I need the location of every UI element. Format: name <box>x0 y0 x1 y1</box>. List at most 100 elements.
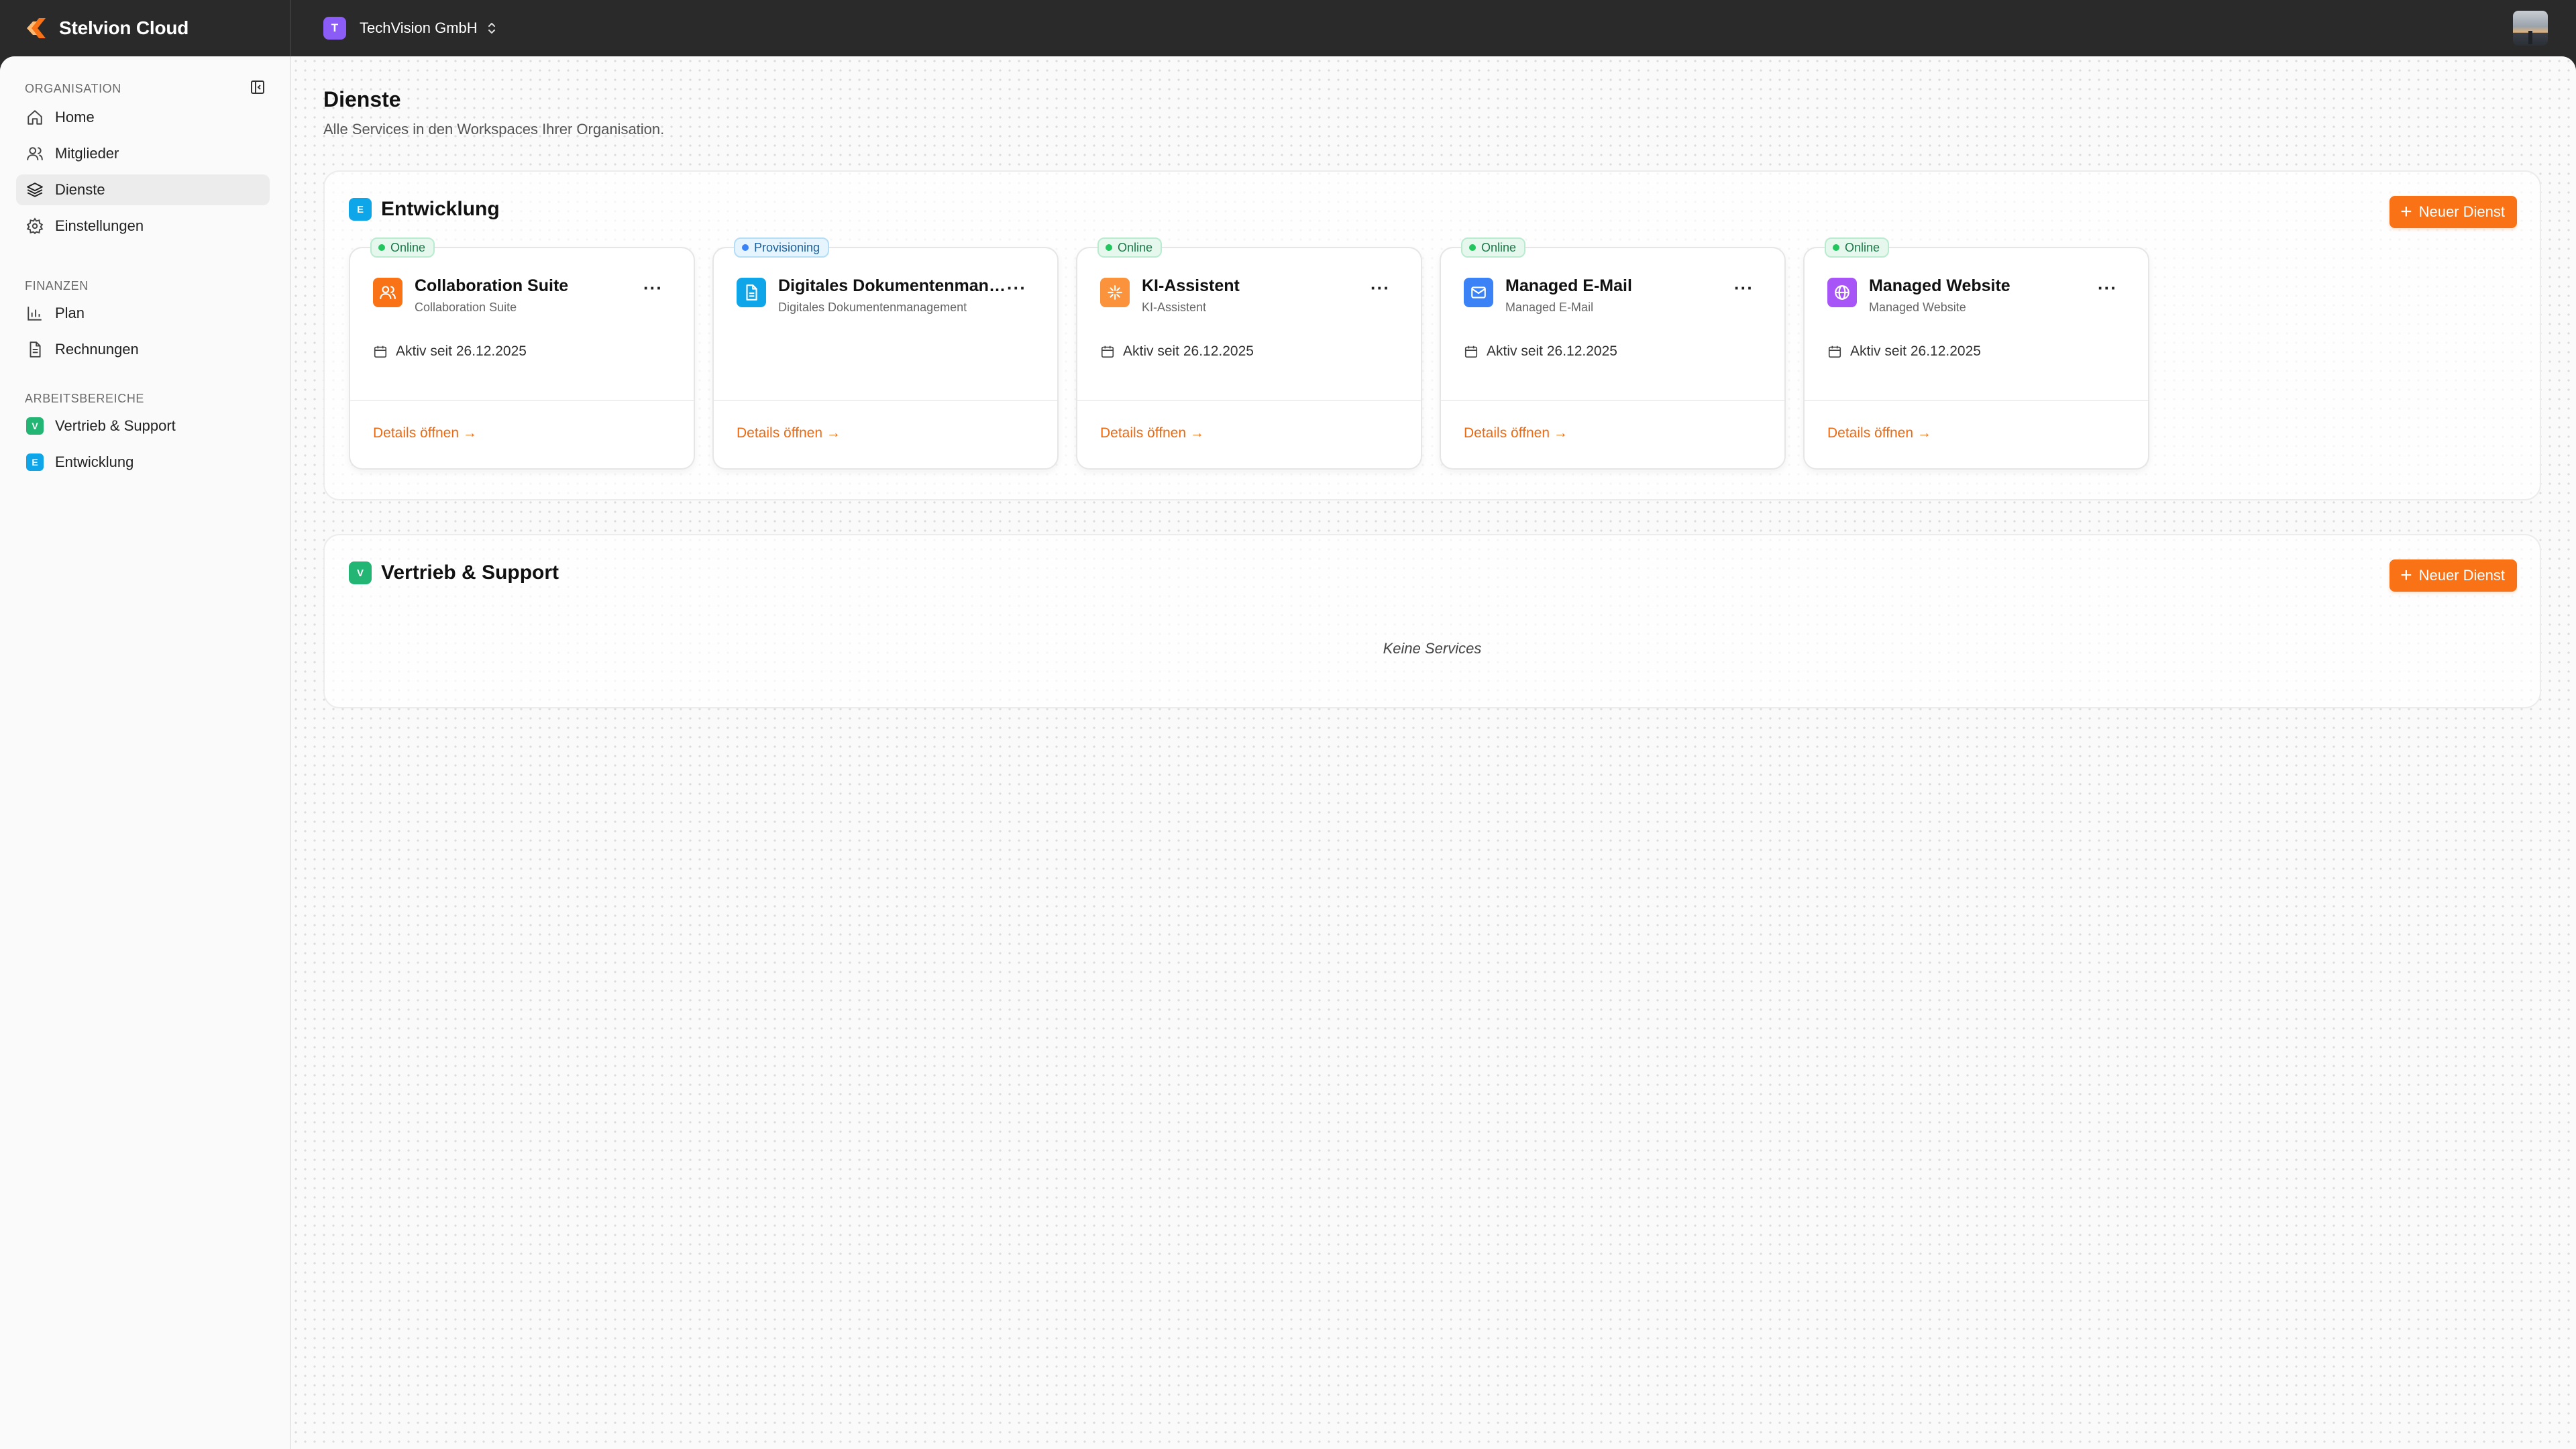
page-title: Dienste <box>323 87 401 111</box>
sidebar-item-entwicklung[interactable]: E Entwicklung <box>16 447 270 478</box>
sidebar-toggle-icon[interactable] <box>250 79 266 95</box>
status-text: Online <box>1481 240 1517 254</box>
workspace-badge: V <box>26 417 44 435</box>
new-service-button[interactable]: + Neuer Dienst <box>2390 196 2517 228</box>
divider <box>714 400 1057 401</box>
more-options-icon[interactable]: ··· <box>1734 279 1754 297</box>
workspace-panel-vertrieb-support: V Vertrieb & Support + Neuer Dienst Kein… <box>323 534 2541 708</box>
service-card[interactable]: Online Collaboration Suite Collaboration… <box>349 237 695 470</box>
service-name: Collaboration Suite <box>415 276 569 295</box>
status-dot-icon <box>1833 244 1839 251</box>
service-type: Collaboration Suite <box>415 301 517 314</box>
service-type: Managed Website <box>1869 301 1966 314</box>
sidebar-item-label: Dienste <box>55 181 105 198</box>
sidebar-item-mitglieder[interactable]: Mitglieder <box>16 138 270 169</box>
service-name: Managed Website <box>1869 276 2010 295</box>
home-icon <box>25 108 44 127</box>
details-link[interactable]: Details öffnen → <box>1827 425 1931 441</box>
org-name: TechVision GmbH <box>360 19 478 36</box>
users-icon <box>373 278 402 307</box>
status-text: Online <box>1845 240 1880 254</box>
service-card[interactable]: Provisioning Digitales Dokumentenmanagem… <box>712 237 1059 470</box>
sidebar-item-plan[interactable]: Plan <box>16 298 270 329</box>
sparkle-icon <box>1100 278 1130 307</box>
new-service-label: Neuer Dienst <box>2418 203 2505 220</box>
active-since: Aktiv seit 26.12.2025 <box>373 343 527 360</box>
status-badge: Provisioning <box>734 237 830 258</box>
mail-icon <box>1464 278 1493 307</box>
sidebar-item-home[interactable]: Home <box>16 102 270 133</box>
status-text: Online <box>1118 240 1153 254</box>
sidebar-item-label: Home <box>55 109 95 125</box>
active-since: Aktiv seit 26.12.2025 <box>1827 343 1981 360</box>
sidebar: ORGANISATION Home Mitglieder Dienste Ein… <box>0 56 291 1449</box>
workspace-badge: V <box>349 561 372 584</box>
file-icon <box>737 278 766 307</box>
top-bar: Stelvion Cloud T TechVision GmbH <box>0 0 2576 56</box>
workspace-panel-entwicklung: E Entwicklung + Neuer Dienst Online Coll… <box>323 170 2541 500</box>
organization-switcher[interactable]: T TechVision GmbH <box>323 16 498 40</box>
service-card[interactable]: Online Managed Website Managed Website ·… <box>1803 237 2149 470</box>
sidebar-item-einstellungen[interactable]: Einstellungen <box>16 211 270 241</box>
section-label-arbeitsbereiche: ARBEITSBEREICHE <box>25 392 145 405</box>
page-subtitle: Alle Services in den Workspaces Ihrer Or… <box>323 121 665 138</box>
user-avatar[interactable] <box>2513 11 2548 46</box>
sidebar-item-label: Rechnungen <box>55 341 139 358</box>
status-dot-icon <box>742 244 749 251</box>
status-badge: Online <box>370 237 435 258</box>
status-text: Provisioning <box>754 240 820 254</box>
app-name: Stelvion Cloud <box>59 17 189 38</box>
divider <box>350 400 694 401</box>
details-link[interactable]: Details öffnen → <box>1100 425 1204 441</box>
plus-icon: + <box>2400 564 2412 586</box>
active-since: Aktiv seit 26.12.2025 <box>1464 343 1617 360</box>
service-card[interactable]: Online Managed E-Mail Managed E-Mail ···… <box>1440 237 1786 470</box>
divider <box>1805 400 2148 401</box>
active-since: Aktiv seit 26.12.2025 <box>1100 343 1254 360</box>
globe-icon <box>1827 278 1857 307</box>
new-service-button[interactable]: + Neuer Dienst <box>2390 559 2517 592</box>
active-since-text: Aktiv seit 26.12.2025 <box>1487 343 1617 359</box>
new-service-label: Neuer Dienst <box>2418 567 2505 584</box>
more-options-icon[interactable]: ··· <box>1007 279 1026 297</box>
section-label-finanzen: FINANZEN <box>25 279 89 292</box>
document-icon <box>25 340 44 359</box>
details-link[interactable]: Details öffnen → <box>373 425 477 441</box>
active-since-text: Aktiv seit 26.12.2025 <box>396 343 527 359</box>
sidebar-item-label: Mitglieder <box>55 145 119 162</box>
brand[interactable]: Stelvion Cloud <box>24 15 189 42</box>
workspace-badge: E <box>349 198 372 221</box>
bar-chart-icon <box>25 304 44 323</box>
status-badge: Online <box>1825 237 1890 258</box>
service-type: Managed E-Mail <box>1505 301 1594 314</box>
plus-icon: + <box>2400 201 2412 223</box>
workspace-title: Vertrieb & Support <box>381 561 559 584</box>
empty-state-text: Keine Services <box>1383 640 1482 657</box>
service-type: KI-Assistent <box>1142 301 1207 314</box>
active-since-text: Aktiv seit 26.12.2025 <box>1123 343 1254 359</box>
more-options-icon[interactable]: ··· <box>2098 279 2117 297</box>
sidebar-item-dienste[interactable]: Dienste <box>16 174 270 205</box>
service-card[interactable]: Online KI-Assistent KI-Assistent ··· Akt… <box>1076 237 1422 470</box>
divider <box>290 0 291 56</box>
details-link[interactable]: Details öffnen → <box>737 425 841 441</box>
sidebar-item-label: Plan <box>55 305 85 321</box>
sidebar-item-vertrieb-support[interactable]: V Vertrieb & Support <box>16 411 270 441</box>
status-badge: Online <box>1097 237 1163 258</box>
workspace-badge-container: V <box>25 417 44 435</box>
calendar-icon <box>374 345 387 358</box>
sidebar-item-label: Entwicklung <box>55 453 134 470</box>
service-name: KI-Assistent <box>1142 276 1240 295</box>
more-options-icon[interactable]: ··· <box>643 279 663 297</box>
sidebar-item-rechnungen[interactable]: Rechnungen <box>16 334 270 365</box>
service-type: Digitales Dokumentenmanagement <box>778 301 967 314</box>
sidebar-item-label: Vertrieb & Support <box>55 417 176 434</box>
more-options-icon[interactable]: ··· <box>1371 279 1390 297</box>
workspace-header: V Vertrieb & Support <box>349 561 559 585</box>
workspace-title: Entwicklung <box>381 198 500 220</box>
calendar-icon <box>1464 345 1478 358</box>
details-link[interactable]: Details öffnen → <box>1464 425 1568 441</box>
workspace-badge-container: E <box>25 453 44 472</box>
status-dot-icon <box>378 244 385 251</box>
chevron-up-down-icon <box>488 23 495 34</box>
